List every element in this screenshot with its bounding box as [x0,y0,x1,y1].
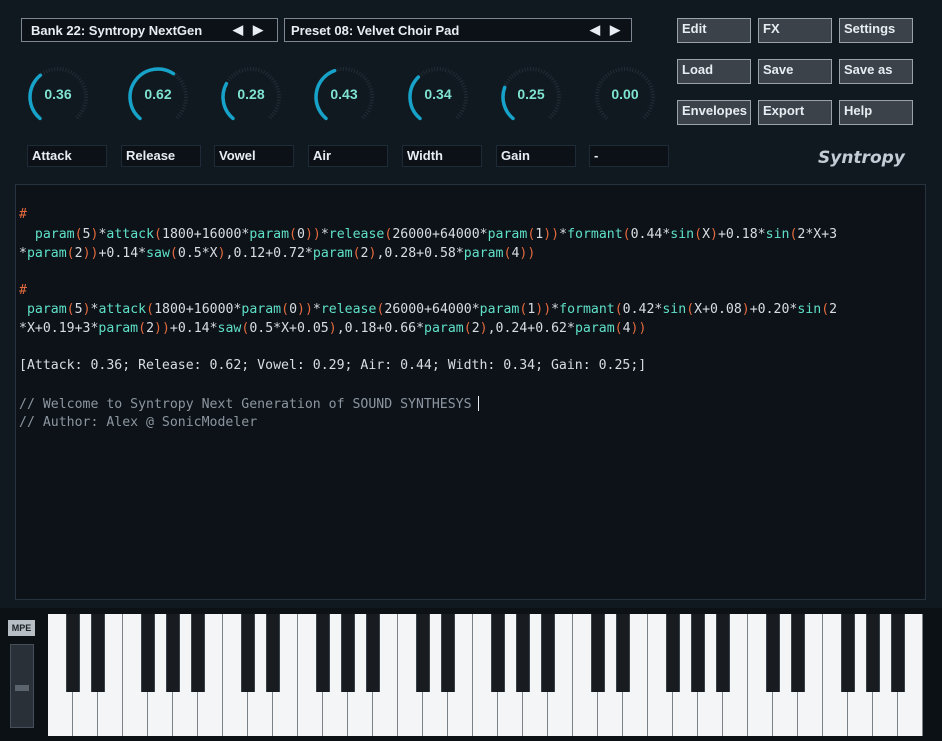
load-button[interactable]: Load [677,59,751,84]
knob-attack[interactable]: 0.36 [25,64,91,130]
preset-label: Preset 08: Velvet Choir Pad [291,23,460,38]
black-key[interactable] [165,614,181,692]
expression-line-2a: param(5)*attack(1800+16000*param(0))*rel… [26,302,838,317]
param-label-air: Air [308,145,388,167]
knob-value-text: 0.25 [517,86,545,102]
black-key[interactable] [365,614,381,692]
param-label-width: Width [402,145,482,167]
save-button[interactable]: Save [758,59,832,84]
mod-wheel-handle[interactable] [15,685,29,691]
black-key[interactable] [615,614,631,692]
black-key[interactable] [590,614,606,692]
black-key[interactable] [790,614,806,692]
synth-window: Bank 22: Syntropy NextGen ◀ ▶ Preset 08:… [0,0,942,741]
black-key[interactable] [540,614,556,692]
mod-wheel[interactable] [10,644,34,728]
black-key[interactable] [190,614,206,692]
black-key[interactable] [765,614,781,692]
expression-line-1b: *param(2))+0.14*saw(0.5*X),0.12+0.72*par… [19,246,536,261]
param-summary-line: [Attack: 0.36; Release: 0.62; Vowel: 0.2… [19,358,647,373]
black-key[interactable] [665,614,681,692]
bank-prev-arrow-icon[interactable]: ◀ [231,22,245,38]
param-label-unassigned: - [589,145,669,167]
black-key[interactable] [340,614,356,692]
comment-hash-2: # [19,283,27,298]
knob-vowel[interactable]: 0.28 [218,64,284,130]
black-key[interactable] [90,614,106,692]
black-key[interactable] [440,614,456,692]
black-key[interactable] [840,614,856,692]
expression-line-2b: *X+0.19+3*param(2))+0.14*saw(0.5*X+0.05)… [19,321,647,336]
param-label-gain: Gain [496,145,576,167]
black-key[interactable] [265,614,281,692]
knob-value-text: 0.00 [611,86,639,102]
black-key[interactable] [415,614,431,692]
black-key[interactable] [515,614,531,692]
text-cursor [477,396,479,411]
brand-logo: Syntropy [818,148,905,168]
save-as-button[interactable]: Save as [839,59,913,84]
edit-button[interactable]: Edit [677,18,751,43]
black-key[interactable] [490,614,506,692]
param-label-vowel: Vowel [214,145,294,167]
knob-value-text: 0.43 [330,86,358,102]
black-key[interactable] [690,614,706,692]
settings-button[interactable]: Settings [839,18,913,43]
knob-value-text: 0.36 [44,86,72,102]
welcome-comment: // Welcome to Syntropy Next Generation o… [19,396,479,412]
bank-next-arrow-icon[interactable]: ▶ [251,22,265,38]
help-button[interactable]: Help [839,100,913,125]
export-button[interactable]: Export [758,100,832,125]
black-key[interactable] [65,614,81,692]
author-comment: // Author: Alex @ SonicModeler [19,415,258,430]
mpe-button[interactable]: MPE [8,620,35,636]
bank-label: Bank 22: Syntropy NextGen [31,23,203,38]
knob-value-text: 0.34 [424,86,452,102]
bank-selector[interactable]: Bank 22: Syntropy NextGen ◀ ▶ [21,18,278,42]
knob-air[interactable]: 0.43 [311,64,377,130]
black-key[interactable] [890,614,906,692]
knob-release[interactable]: 0.62 [125,64,191,130]
param-label-release: Release [121,145,201,167]
preset-prev-arrow-icon[interactable]: ◀ [588,22,602,38]
param-label-attack: Attack [27,145,107,167]
knob-value-text: 0.28 [237,86,265,102]
knob-unassigned[interactable]: 0.00 [592,64,658,130]
black-key[interactable] [240,614,256,692]
knob-width[interactable]: 0.34 [405,64,471,130]
code-editor[interactable]: # param(5)*attack(1800+16000*param(0))*r… [15,184,926,600]
knob-value-text: 0.62 [144,86,172,102]
envelopes-button[interactable]: Envelopes [677,100,751,125]
preset-next-arrow-icon[interactable]: ▶ [608,22,622,38]
black-key[interactable] [315,614,331,692]
expression-line-1a: param(5)*attack(1800+16000*param(0))*rel… [34,227,838,242]
black-key[interactable] [140,614,156,692]
knob-gain[interactable]: 0.25 [498,64,564,130]
comment-hash-1: # [19,207,27,222]
fx-button[interactable]: FX [758,18,832,43]
piano-keyboard[interactable] [48,614,923,736]
black-key[interactable] [715,614,731,692]
preset-selector[interactable]: Preset 08: Velvet Choir Pad ◀ ▶ [284,18,632,42]
black-key[interactable] [865,614,881,692]
